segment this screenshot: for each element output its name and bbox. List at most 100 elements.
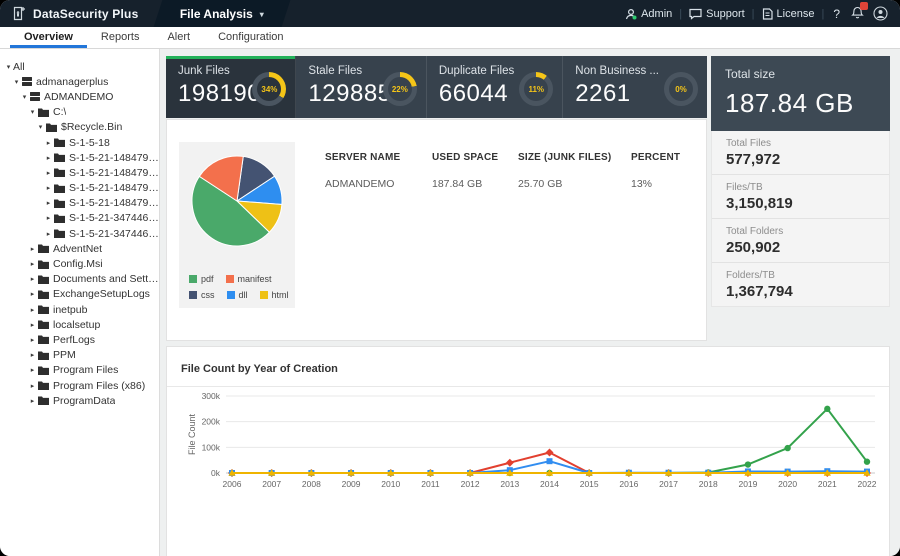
tree-item-label: localsetup (53, 319, 100, 331)
table-header-cell: SIZE (JUNK FILES) (518, 152, 631, 163)
tree-item-admandemo[interactable]: ▾ADMANDEMO (0, 89, 159, 104)
stat-label: Folders/TB (726, 270, 875, 281)
folder-icon (46, 123, 57, 132)
tree-item-label: S-1-5-18 (69, 137, 110, 149)
summary-cards: Junk Files19819034%Stale Files12988522%D… (166, 56, 707, 118)
tree-item-adventnet[interactable]: ▸AdventNet (0, 241, 159, 256)
legend-label: manifest (238, 274, 272, 284)
tree-item-ppm[interactable]: ▸PPM (0, 348, 159, 363)
chevron-down-icon[interactable]: ▾ (4, 63, 13, 71)
chevron-right-icon[interactable]: ▸ (28, 397, 37, 405)
tree-item-admanagerplus[interactable]: ▾admanagerplus (0, 74, 159, 89)
tab-alert[interactable]: Alert (153, 27, 204, 48)
chevron-right-icon[interactable]: ▸ (28, 290, 37, 298)
chevron-down-icon[interactable]: ▾ (20, 93, 29, 101)
user-avatar[interactable] (873, 6, 888, 21)
tree-item-s-1-5-21-3474460175-132841[interactable]: ▸ S-1-5-21-3474460175-132841 (0, 226, 159, 241)
tree-item-programdata[interactable]: ▸ProgramData (0, 393, 159, 408)
table-row[interactable]: ADMANDEMO187.84 GB25.70 GB13% (325, 163, 688, 190)
tree-item-exchangesetuplogs[interactable]: ▸ExchangeSetupLogs (0, 287, 159, 302)
admin-menu[interactable]: Admin (625, 8, 672, 20)
module-label: File Analysis (180, 7, 253, 21)
notifications-button[interactable] (851, 6, 864, 22)
tab-bar: OverviewReportsAlertConfiguration (0, 27, 900, 49)
legend-label: css (201, 290, 215, 300)
module-selector[interactable]: File Analysis ▾ (154, 0, 291, 27)
file-type-pie-chart (190, 154, 284, 248)
tree-item-s-1-5-21-1484795863-581620[interactable]: ▸S-1-5-21-1484795863-581620 (0, 150, 159, 165)
svg-text:2018: 2018 (699, 479, 718, 489)
tab-reports[interactable]: Reports (87, 27, 154, 48)
tree-item-config-msi[interactable]: ▸Config.Msi (0, 256, 159, 271)
header-actions: Admin | Support | License | ? (625, 6, 900, 22)
license-menu[interactable]: License (762, 8, 815, 20)
tree-item-program-files-x86-[interactable]: ▸ Program Files (x86) (0, 378, 159, 393)
chevron-right-icon[interactable]: ▸ (44, 199, 53, 207)
support-icon (689, 8, 702, 20)
chevron-right-icon[interactable]: ▸ (28, 321, 37, 329)
card-junk-files[interactable]: Junk Files19819034% (166, 56, 296, 118)
tree-item-localsetup[interactable]: ▸ localsetup (0, 317, 159, 332)
tree-item-program-files[interactable]: ▸Program Files (0, 363, 159, 378)
chevron-right-icon[interactable]: ▸ (28, 336, 37, 344)
chevron-right-icon[interactable]: ▸ (44, 169, 53, 177)
tree-item-s-1-5-21-1484795863-581620[interactable]: ▸S-1-5-21-1484795863-581620 (0, 196, 159, 211)
tree-item-label: S-1-5-21-3474460175-132841 (69, 212, 159, 224)
series-red-marker (546, 448, 554, 456)
tree-item-s-1-5-21-1484795863-581620[interactable]: ▸S-1-5-21-1484795863-581620 (0, 165, 159, 180)
legend-label: dll (239, 290, 248, 300)
tree-item-s-1-5-18[interactable]: ▸ S-1-5-18 (0, 135, 159, 150)
support-menu[interactable]: Support (689, 8, 745, 20)
chevron-right-icon[interactable]: ▸ (28, 351, 37, 359)
tree-item-s-1-5-21-1484795863-581620[interactable]: ▸S-1-5-21-1484795863-581620 (0, 181, 159, 196)
chevron-down-icon[interactable]: ▾ (36, 123, 45, 131)
chevron-right-icon[interactable]: ▸ (28, 275, 37, 283)
stats-list: Total Files577,972Files/TB3,150,819Total… (711, 131, 890, 307)
card-non-business-[interactable]: Non Business ...22610% (563, 56, 707, 118)
chevron-right-icon[interactable]: ▸ (44, 139, 53, 147)
tree-item-documents-and-settings[interactable]: ▸Documents and Settings (0, 272, 159, 287)
svg-text:100k: 100k (202, 442, 221, 452)
folder-icon (38, 305, 49, 314)
tree-item-label: Program Files (x86) (53, 380, 145, 392)
legend-label: pdf (201, 274, 214, 284)
size-summary: Total size 187.84 GB Total Files577,972F… (711, 56, 890, 307)
tree-item-label: S-1-5-21-3474460175-132841 (69, 228, 159, 240)
svg-text:300k: 300k (202, 391, 221, 401)
server-icon (22, 77, 32, 86)
chevron-right-icon[interactable]: ▸ (44, 214, 53, 222)
pie-legend: pdfmanifestcssdllhtml (189, 268, 289, 300)
chevron-right-icon[interactable]: ▸ (28, 245, 37, 253)
tree-item-s-1-5-21-3474460175-132841[interactable]: ▸ S-1-5-21-3474460175-132841 (0, 211, 159, 226)
chevron-right-icon[interactable]: ▸ (28, 260, 37, 268)
license-icon (762, 8, 773, 20)
folder-icon (38, 396, 49, 405)
chevron-down-icon[interactable]: ▾ (12, 78, 21, 86)
help-button[interactable]: ? (831, 7, 842, 21)
percent-donut: 22% (383, 72, 417, 106)
percent-value: 22% (392, 85, 408, 94)
card-duplicate-files[interactable]: Duplicate Files6604411% (427, 56, 563, 118)
total-size-value: 187.84 GB (725, 88, 876, 119)
chevron-right-icon[interactable]: ▸ (28, 306, 37, 314)
svg-text:2019: 2019 (738, 479, 757, 489)
tree-item-all[interactable]: ▾All (0, 59, 159, 74)
tree-item--recycle-bin[interactable]: ▾$Recycle.Bin (0, 120, 159, 135)
tab-overview[interactable]: Overview (10, 27, 87, 48)
chevron-right-icon[interactable]: ▸ (44, 230, 53, 238)
sidebar-tree: ▾All▾admanagerplus▾ADMANDEMO▾C:\▾$Recycl… (0, 49, 160, 556)
chevron-right-icon[interactable]: ▸ (44, 184, 53, 192)
tree-item-inetpub[interactable]: ▸inetpub (0, 302, 159, 317)
chevron-right-icon[interactable]: ▸ (28, 366, 37, 374)
card-stale-files[interactable]: Stale Files12988522% (296, 56, 426, 118)
stat-label: Files/TB (726, 182, 875, 193)
tree-item-c-[interactable]: ▾C:\ (0, 105, 159, 120)
chevron-down-icon[interactable]: ▾ (28, 108, 37, 116)
junk-files-table: SERVER NAMEUSED SPACESIZE (JUNK FILES)PE… (325, 152, 688, 190)
tree-item-perflogs[interactable]: ▸PerfLogs (0, 332, 159, 347)
folder-icon (38, 381, 49, 390)
tab-configuration[interactable]: Configuration (204, 27, 297, 48)
chart-title: File Count by Year of Creation (181, 363, 338, 375)
chevron-right-icon[interactable]: ▸ (44, 154, 53, 162)
chevron-right-icon[interactable]: ▸ (28, 382, 37, 390)
